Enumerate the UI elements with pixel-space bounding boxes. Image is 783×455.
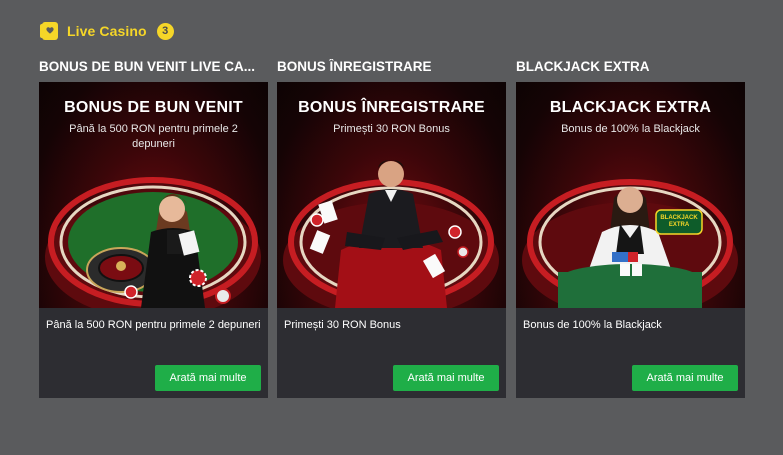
cards-icon <box>40 22 58 40</box>
promo-card-blackjack-extra: BLACKJACK EXTRA BLACKJACK EXTRA Bonus de <box>516 59 745 398</box>
promo-banner[interactable]: BONUS DE BUN VENIT Până la 500 RON pentr… <box>39 82 268 308</box>
promo-card-welcome-bonus: BONUS DE BUN VENIT LIVE CA... BONUS DE B… <box>39 59 268 398</box>
banner-title: BONUS ÎNREGISTRARE <box>298 99 485 116</box>
section-title[interactable]: Live Casino <box>67 23 147 39</box>
banner-title: BLACKJACK EXTRA <box>549 99 712 116</box>
banner-subtitle: Bonus de 100% la Blackjack <box>561 123 700 135</box>
promo-card: BLACKJACK EXTRA Bonus de 100% la Blackja… <box>516 82 745 398</box>
promo-description: Primești 30 RON Bonus <box>284 319 401 331</box>
blackjack-extra-logo: BLACKJACK EXTRA <box>660 215 698 228</box>
promo-heading[interactable]: BONUS DE BUN VENIT LIVE CA... <box>39 59 268 75</box>
promo-heading[interactable]: BLACKJACK EXTRA <box>516 59 745 75</box>
promo-card-registration-bonus: BONUS ÎNREGISTRARE BONUS ÎNREGISTRARE Pr… <box>277 59 506 398</box>
promo-card: BONUS ÎNREGISTRARE Primești 30 RON Bonus… <box>277 82 506 398</box>
show-more-button[interactable]: Arată mai multe <box>155 365 261 391</box>
promo-banner[interactable]: BLACKJACK EXTRA Bonus de 100% la Blackja… <box>516 82 745 308</box>
count-badge: 3 <box>156 22 174 40</box>
section-header: Live Casino 3 <box>39 21 174 41</box>
show-more-button[interactable]: Arată mai multe <box>632 365 738 391</box>
show-more-button[interactable]: Arată mai multe <box>393 365 499 391</box>
promo-description: Până la 500 RON pentru primele 2 depuner… <box>46 319 261 331</box>
promo-description: Bonus de 100% la Blackjack <box>523 319 662 331</box>
promo-banner[interactable]: BONUS ÎNREGISTRARE Primești 30 RON Bonus <box>277 82 506 308</box>
banner-subtitle: Până la 500 RON pentru primele 2 depuner… <box>69 123 238 150</box>
promo-heading[interactable]: BONUS ÎNREGISTRARE <box>277 59 506 75</box>
banner-subtitle: Primești 30 RON Bonus <box>333 123 450 135</box>
banner-title: BONUS DE BUN VENIT <box>64 99 243 116</box>
promo-card: BONUS DE BUN VENIT Până la 500 RON pentr… <box>39 82 268 398</box>
